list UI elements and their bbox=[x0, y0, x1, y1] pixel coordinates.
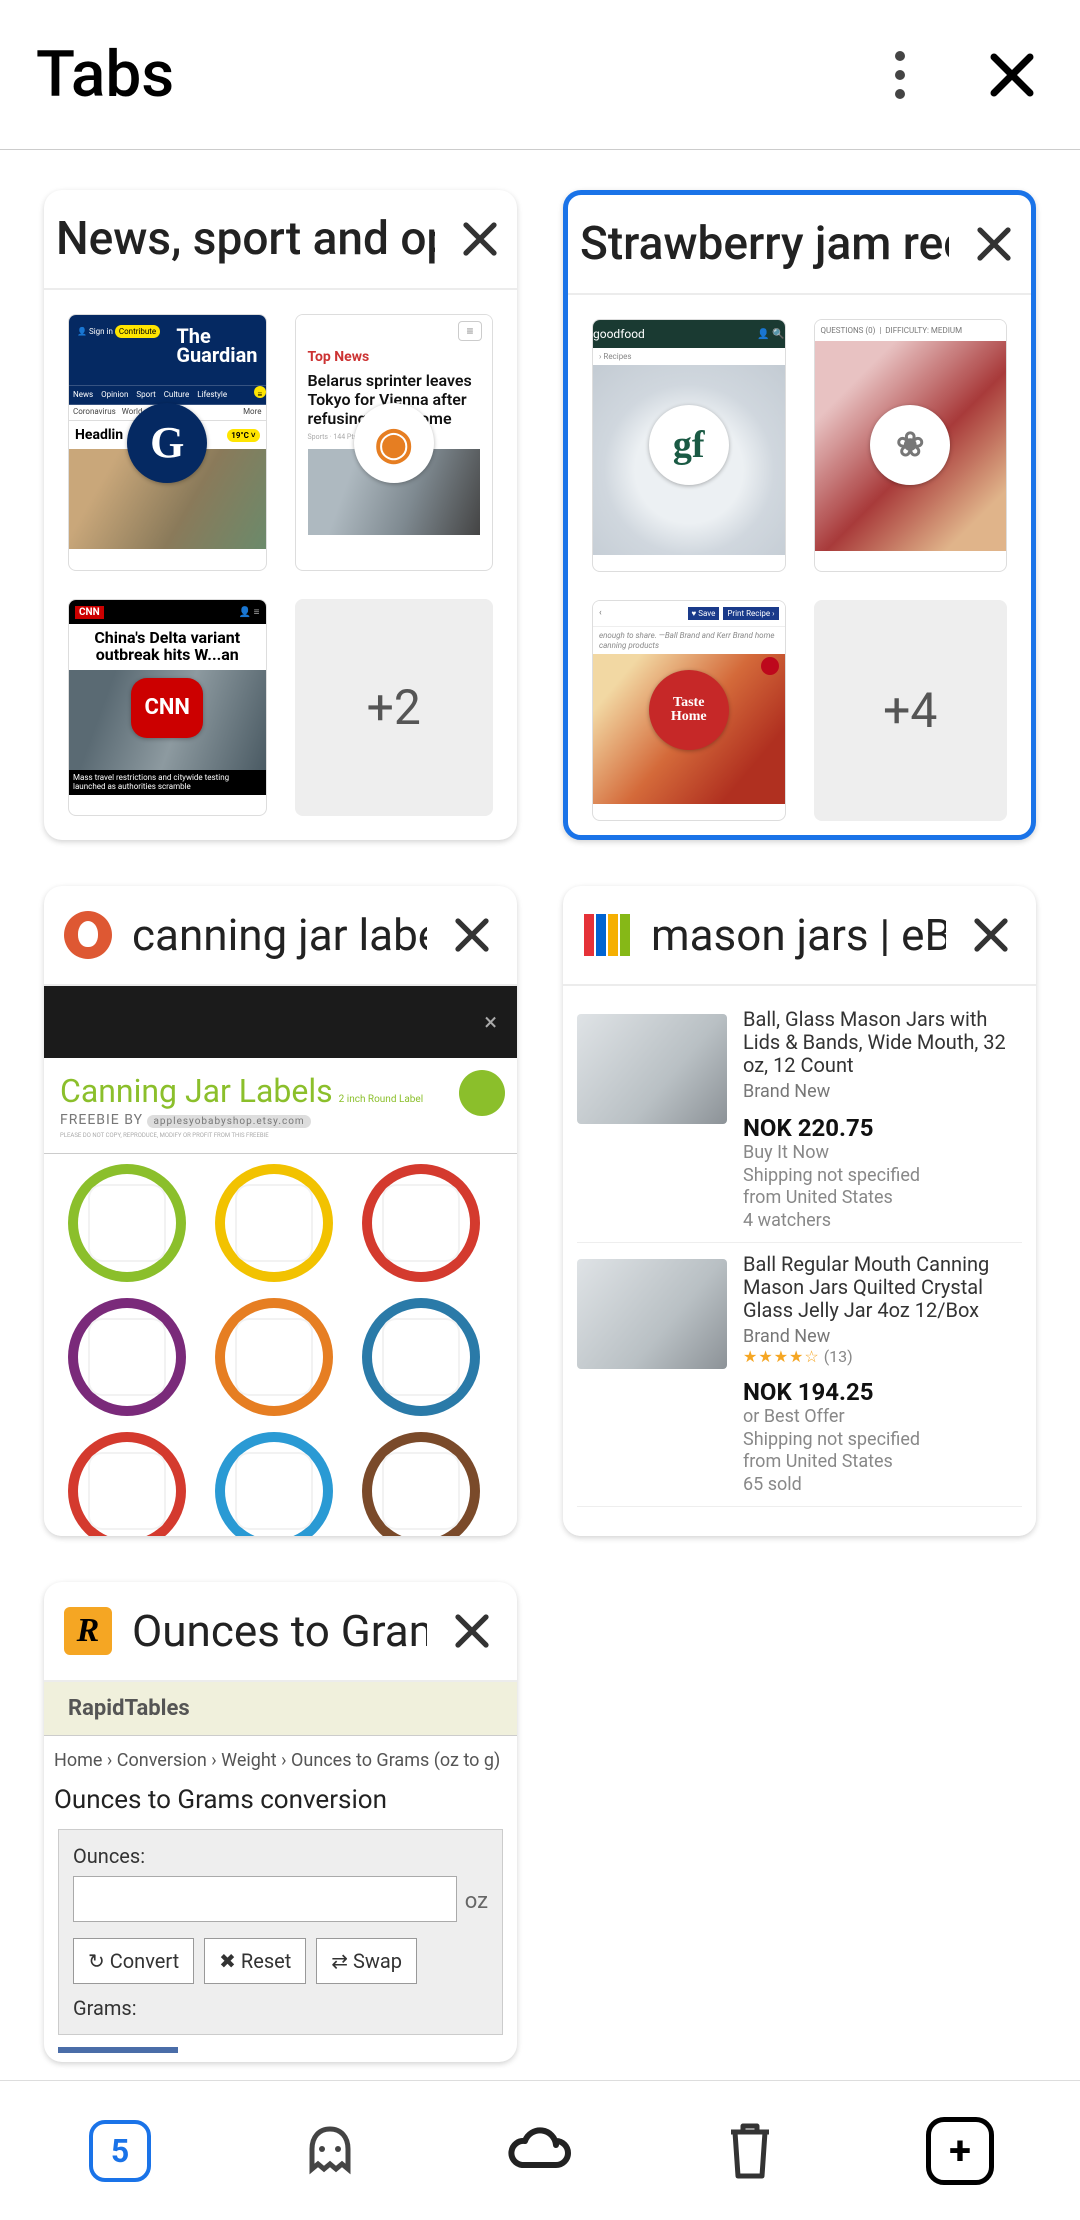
close-tab-button[interactable] bbox=[966, 910, 1016, 960]
tab-title: mason jars | eBay bbox=[651, 909, 946, 961]
jar-label bbox=[362, 1164, 480, 1282]
tab-group-header: News, sport and opinion bbox=[44, 190, 517, 290]
tab-group-title: Strawberry jam recipes bbox=[580, 217, 949, 271]
listing-row: Ball Regular Mouth Canning Mason Jars Qu… bbox=[577, 1243, 1022, 1507]
group-thumb-guardian[interactable]: 👤 Sign inTheGuardianContribute NewsOpini… bbox=[68, 314, 267, 571]
listing-title: Ball Regular Mouth Canning Mason Jars Qu… bbox=[743, 1253, 1022, 1322]
ounces-input bbox=[73, 1876, 457, 1922]
jar-label bbox=[362, 1432, 480, 1536]
tab-count-button[interactable]: 5 bbox=[84, 2115, 156, 2187]
tab-preview: × Canning Jar Labels2 inch Round Label F… bbox=[44, 986, 517, 1536]
group-thumb-topnews[interactable]: ≡Top NewsBelarus sprinter leaves Tokyo f… bbox=[295, 314, 494, 571]
synced-tabs-button[interactable] bbox=[504, 2115, 576, 2187]
kebab-icon bbox=[895, 51, 905, 99]
tab-group-recipes[interactable]: Strawberry jam recipes goodfood👤 🔍 › Rec… bbox=[563, 190, 1036, 840]
taste-of-home-icon: Taste Home bbox=[649, 670, 729, 750]
group-thumb-recipe2[interactable]: QUESTIONS (0) | DIFFICULTY: MEDIUM ❀ bbox=[814, 319, 1008, 572]
convert-button: ↻ Convert bbox=[73, 1938, 194, 1984]
tab-group-header: Strawberry jam recipes bbox=[568, 195, 1031, 295]
ebay-icon bbox=[583, 911, 631, 959]
close-tab-button[interactable] bbox=[447, 1606, 497, 1656]
group-more-tabs[interactable]: +4 bbox=[814, 600, 1008, 821]
listing-row: Ball, Glass Mason Jars with Lids & Bands… bbox=[577, 998, 1022, 1243]
duckduckgo-icon bbox=[64, 911, 112, 959]
tab-preview: RapidTables Home › Conversion › Weight ›… bbox=[44, 1682, 517, 2062]
reset-button: ✖ Reset bbox=[204, 1938, 306, 1984]
close-group-button[interactable] bbox=[969, 219, 1019, 269]
ghost-icon bbox=[300, 2121, 360, 2181]
cnn-icon: CNN bbox=[131, 678, 203, 738]
jar-label bbox=[215, 1164, 333, 1282]
jar-label bbox=[68, 1432, 186, 1536]
close-tabs-button[interactable] bbox=[980, 43, 1044, 107]
guardian-icon: G bbox=[127, 403, 207, 483]
group-more-tabs[interactable]: +2 bbox=[295, 599, 494, 816]
tab-header: R Ounces to Grams bbox=[44, 1582, 517, 1682]
sun-icon: ◉ bbox=[354, 403, 434, 483]
tab-mason-jars[interactable]: mason jars | eBay Ball, Glass Mason Jars… bbox=[563, 886, 1036, 1536]
group-thumb-cnn[interactable]: CNN👤 ≡China's Delta variant outbreak hit… bbox=[68, 599, 267, 816]
tab-group-title: News, sport and opinion bbox=[56, 212, 435, 266]
jar-label bbox=[215, 1432, 333, 1536]
group-thumb-goodfood[interactable]: goodfood👤 🔍 › Recipes gf bbox=[592, 319, 786, 572]
tab-canning-labels[interactable]: canning jar labels × Canning Jar Labels2… bbox=[44, 886, 517, 1536]
jar-label bbox=[68, 1164, 186, 1282]
jar-label bbox=[362, 1298, 480, 1416]
close-tab-button[interactable] bbox=[447, 910, 497, 960]
tab-header: canning jar labels bbox=[44, 886, 517, 986]
overlay-close-icon: × bbox=[484, 1008, 497, 1036]
close-group-button[interactable] bbox=[455, 214, 505, 264]
group-thumb-tasteofhome[interactable]: ‹♥ SavePrint Recipe ›enough to share. —B… bbox=[592, 600, 786, 821]
listing-image bbox=[577, 1014, 727, 1124]
plus-icon: + bbox=[926, 2117, 994, 2185]
bottom-toolbar: 5 + bbox=[0, 2080, 1080, 2220]
tab-ounces-to-grams[interactable]: R Ounces to Grams RapidTables Home › Con… bbox=[44, 1582, 517, 2062]
jar-label bbox=[68, 1298, 186, 1416]
trash-icon bbox=[725, 2120, 775, 2182]
listing-title: Ball, Glass Mason Jars with Lids & Bands… bbox=[743, 1008, 1022, 1077]
incognito-button[interactable] bbox=[294, 2115, 366, 2187]
tab-group-news[interactable]: News, sport and opinion 👤 Sign inTheGuar… bbox=[44, 190, 517, 840]
jar-label bbox=[215, 1298, 333, 1416]
tabs-grid: News, sport and opinion 👤 Sign inTheGuar… bbox=[0, 150, 1080, 2102]
close-all-button[interactable] bbox=[714, 2115, 786, 2187]
goodfood-icon: gf bbox=[649, 405, 729, 485]
tab-title: Ounces to Grams bbox=[132, 1605, 427, 1657]
new-tab-button[interactable]: + bbox=[924, 2115, 996, 2187]
swap-button: ⇄ Swap bbox=[316, 1938, 417, 1984]
tab-title: canning jar labels bbox=[132, 909, 427, 961]
page-title: Tabs bbox=[36, 37, 820, 112]
rapidtables-icon: R bbox=[64, 1607, 112, 1655]
flower-icon: ❀ bbox=[870, 405, 950, 485]
app-header: Tabs bbox=[0, 0, 1080, 150]
tab-preview: Ball, Glass Mason Jars with Lids & Bands… bbox=[563, 986, 1036, 1536]
listing-image bbox=[577, 1259, 727, 1369]
group-thumbnails: goodfood👤 🔍 › Recipes gf QUESTIONS (0) |… bbox=[568, 295, 1031, 840]
more-options-button[interactable] bbox=[868, 43, 932, 107]
group-thumbnails: 👤 Sign inTheGuardianContribute NewsOpini… bbox=[44, 290, 517, 840]
cloud-icon bbox=[504, 2125, 576, 2177]
close-icon bbox=[988, 51, 1036, 99]
tab-header: mason jars | eBay bbox=[563, 886, 1036, 986]
